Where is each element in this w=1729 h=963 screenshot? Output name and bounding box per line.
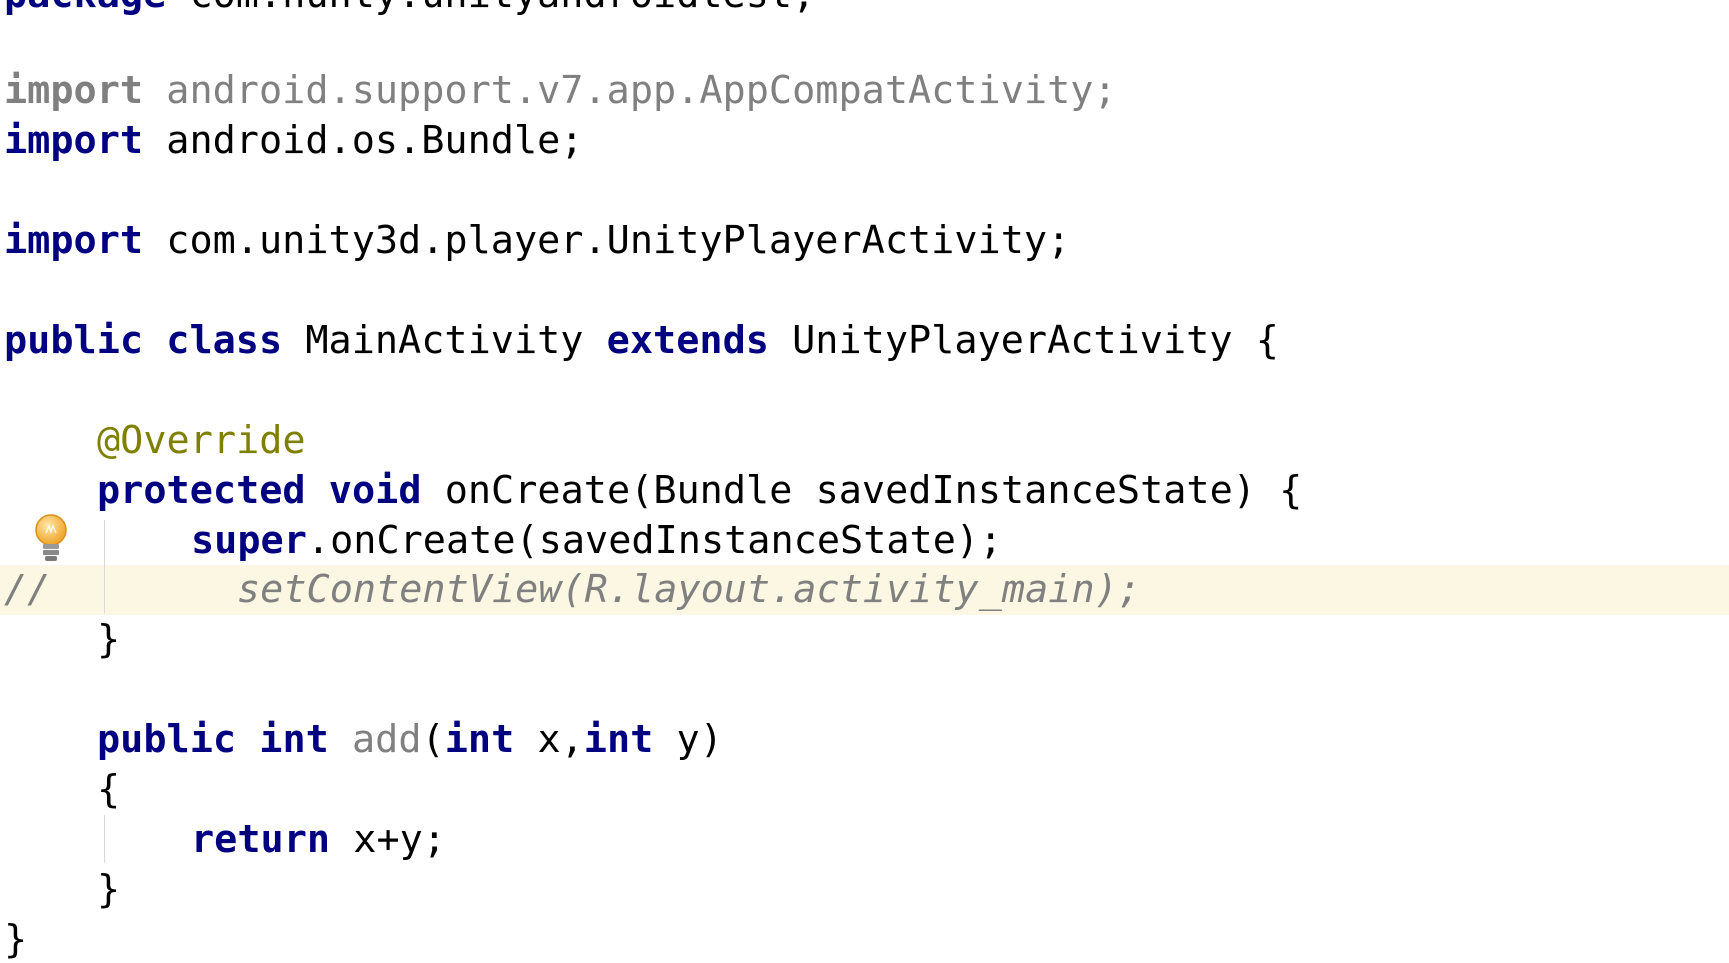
code-text: setContentView(R.layout.activity_main); [237, 567, 1141, 613]
code-line-close-oncreate[interactable]: } [0, 615, 1729, 665]
indent-guide [104, 815, 105, 863]
code-token: MainActivity [305, 318, 607, 363]
code-text: import android.os.Bundle; [4, 118, 584, 164]
code-line-open-add[interactable]: { [0, 765, 1729, 815]
code-text: package com.hunty.unityandroidtest; [4, 0, 815, 18]
comment-prefix: // [4, 567, 50, 613]
code-token: android.os.Bundle; [166, 118, 584, 163]
code-text: } [97, 867, 120, 913]
code-token: UnityPlayerActivity { [792, 318, 1279, 363]
code-text: } [4, 917, 27, 963]
code-text: public class MainActivity extends UnityP… [4, 318, 1279, 364]
code-editor[interactable]: package com.hunty.unityandroidtest; impo… [0, 0, 1729, 963]
code-line-add-decl[interactable]: public int add(int x,int y) [0, 715, 1729, 765]
code-line-import-bundle[interactable]: import android.os.Bundle; [0, 116, 1729, 166]
code-token: int [259, 717, 352, 762]
code-token: x+y; [353, 817, 446, 862]
code-text: } [97, 617, 120, 663]
code-token: protected [97, 468, 329, 513]
code-token: } [97, 867, 121, 912]
code-token: class [166, 318, 306, 363]
code-text: return x+y; [191, 817, 446, 863]
code-token: int [583, 717, 677, 762]
code-line-super-call[interactable]: super.onCreate(savedInstanceState); [0, 516, 1729, 566]
code-text: protected void onCreate(Bundle savedInst… [97, 468, 1302, 514]
code-token: add [351, 717, 422, 762]
code-token: extends [606, 318, 793, 363]
code-text: { [97, 767, 120, 813]
code-line-close-add[interactable]: } [0, 865, 1729, 915]
code-line-import-appcompat[interactable]: import android.support.v7.app.AppCompatA… [0, 66, 1729, 116]
code-line-import-unity[interactable]: import com.unity3d.player.UnityPlayerAct… [0, 216, 1729, 266]
code-token: @Override [97, 418, 306, 463]
code-line-close-class[interactable]: } [0, 915, 1729, 963]
lightbulb-icon[interactable] [32, 513, 70, 565]
code-line-commented-setcontentview[interactable]: // setContentView(R.layout.activity_main… [0, 565, 1729, 615]
indent-guide [104, 520, 105, 613]
code-token: android.support.v7.app.AppCompatActivity… [166, 68, 1117, 113]
code-token: { [97, 767, 121, 812]
code-token: import [4, 68, 167, 113]
code-token: super [191, 518, 307, 563]
code-text: public int add(int x,int y) [97, 717, 723, 763]
code-token: package [4, 0, 189, 17]
code-token: void [328, 468, 445, 513]
code-token: x, [537, 717, 584, 762]
code-token: import [4, 118, 167, 163]
code-line-oncreate-decl[interactable]: protected void onCreate(Bundle savedInst… [0, 466, 1729, 516]
code-text: super.onCreate(savedInstanceState); [191, 518, 1002, 564]
code-token: setContentView(R.layout.activity_main); [237, 567, 1141, 612]
code-line-package[interactable]: package com.hunty.unityandroidtest; [0, 0, 1729, 50]
code-token: ( [421, 717, 445, 762]
code-token: } [97, 617, 121, 662]
code-token: } [4, 917, 28, 962]
code-token: com.hunty.unityandroidtest; [189, 0, 815, 17]
code-token: // [4, 567, 51, 612]
code-token: y) [676, 717, 723, 762]
code-token: .onCreate(savedInstanceState); [306, 518, 1003, 563]
code-token: return [191, 817, 354, 862]
code-token: onCreate(Bundle savedInstanceState) { [444, 468, 1303, 513]
code-text: import com.unity3d.player.UnityPlayerAct… [4, 218, 1070, 264]
code-token: public [97, 717, 260, 762]
code-line-class-decl[interactable]: public class MainActivity extends UnityP… [0, 316, 1729, 366]
code-text: @Override [97, 418, 306, 464]
code-token: import [4, 218, 167, 263]
code-text: import android.support.v7.app.AppCompatA… [4, 68, 1117, 114]
code-line-return-stmt[interactable]: return x+y; [0, 815, 1729, 865]
code-token: public [4, 318, 167, 363]
code-token: com.unity3d.player.UnityPlayerActivity; [166, 218, 1071, 263]
code-token: int [444, 717, 538, 762]
code-line-override[interactable]: @Override [0, 416, 1729, 466]
